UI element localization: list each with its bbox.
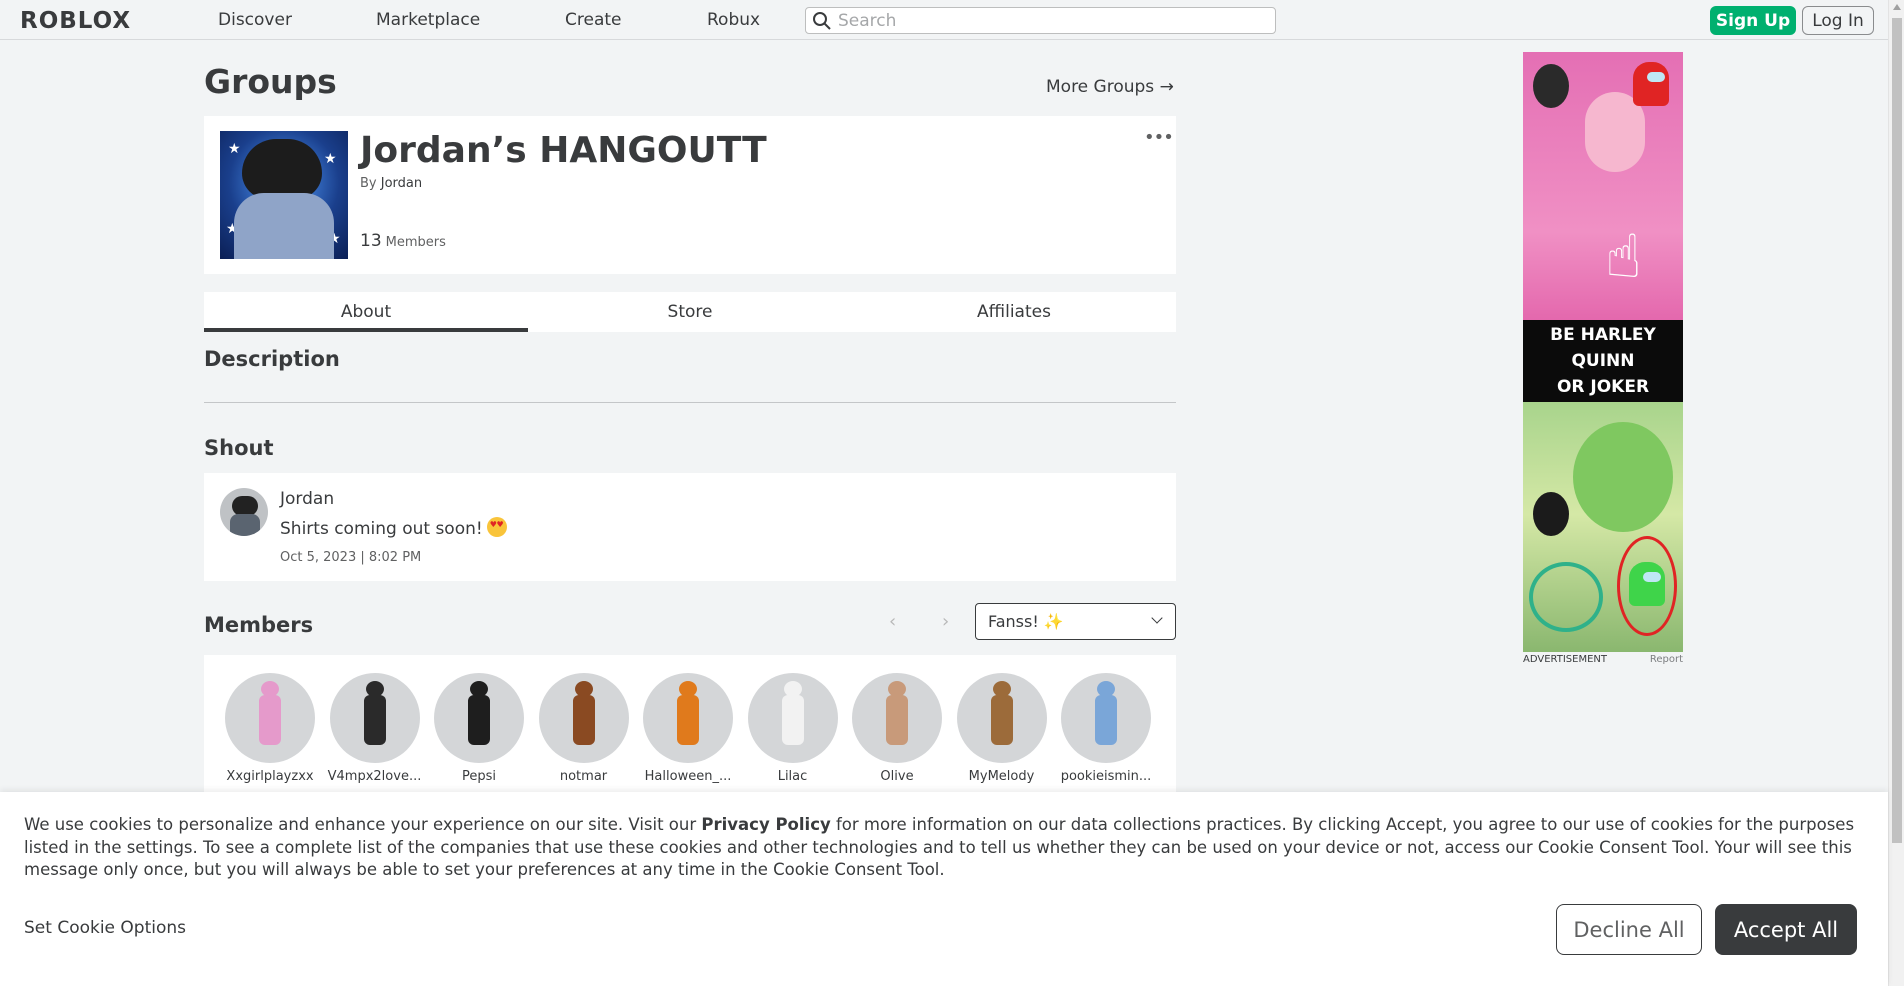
privacy-policy-link[interactable]: Privacy Policy <box>701 815 830 834</box>
shout-heading: Shout <box>204 436 274 460</box>
shout-text: Shirts coming out soon! <box>280 519 483 539</box>
ad-line-1: BE HARLEY <box>1550 325 1656 345</box>
scroll-up-arrow-icon[interactable] <box>1893 4 1901 10</box>
description-heading: Description <box>204 347 340 371</box>
group-tabs: About Store Affiliates <box>204 292 1176 332</box>
ad-line-3: OR JOKER <box>1556 377 1650 397</box>
member-tile[interactable]: Halloween_... <box>636 673 740 784</box>
member-avatar[interactable] <box>434 673 524 763</box>
by-label: By <box>360 176 377 191</box>
page-title: Groups <box>204 62 337 101</box>
member-name[interactable]: Xxgirlplayzxx <box>218 769 322 784</box>
group-owner-line: By Jordan <box>360 176 422 191</box>
tab-store[interactable]: Store <box>528 292 852 332</box>
chevron-down-icon <box>1151 612 1163 624</box>
shout-avatar[interactable] <box>220 488 268 536</box>
member-avatar[interactable] <box>225 673 315 763</box>
heart-eyes-emoji-icon <box>486 517 507 537</box>
login-button[interactable]: Log In <box>1802 6 1874 35</box>
tab-about[interactable]: About <box>204 292 528 332</box>
nav-marketplace[interactable]: Marketplace <box>376 10 480 30</box>
search-icon <box>813 11 831 30</box>
next-page-icon[interactable]: › <box>942 611 949 632</box>
member-avatar[interactable] <box>538 673 629 763</box>
search-input[interactable] <box>838 10 1258 31</box>
accept-all-button[interactable]: Accept All <box>1715 904 1857 955</box>
member-name[interactable]: Halloween_... <box>636 769 740 784</box>
group-header-card: ★ ★ ★ ★ Jordan’s HANGOUTT By Jordan 13 Me… <box>204 116 1176 274</box>
tab-affiliates[interactable]: Affiliates <box>852 292 1176 332</box>
group-member-count: 13 Members <box>360 231 446 251</box>
set-cookie-options-link[interactable]: Set Cookie Options <box>24 918 186 938</box>
member-tile[interactable]: Olive <box>845 673 949 784</box>
section-divider <box>204 402 1176 403</box>
member-tile[interactable]: Lilac <box>741 673 845 784</box>
ad-report-link[interactable]: Report <box>1650 654 1683 665</box>
advertisement-banner[interactable]: ☝ BE HARLEY QUINN OR JOKER <box>1523 52 1683 652</box>
member-tile[interactable]: Pepsi <box>427 673 531 784</box>
ad-headline: BE HARLEY QUINN OR JOKER <box>1523 320 1683 402</box>
signup-button[interactable]: Sign Up <box>1710 6 1796 35</box>
scrollbar-thumb[interactable] <box>1892 18 1902 843</box>
member-tile[interactable]: notmar <box>532 673 636 784</box>
member-name[interactable]: MyMelody <box>950 769 1054 784</box>
member-tile[interactable]: Xxgirlplayzxx <box>218 673 322 784</box>
roblox-logo[interactable]: ROBLOX <box>20 8 131 34</box>
role-select-dropdown[interactable]: Fanss! ✨ <box>975 603 1176 640</box>
shout-card: Jordan Shirts coming out soon! Oct 5, 20… <box>204 473 1176 581</box>
more-groups-link[interactable]: More Groups → <box>1046 77 1174 97</box>
cookie-message: We use cookies to personalize and enhanc… <box>24 814 1864 882</box>
nav-create[interactable]: Create <box>565 10 622 30</box>
member-avatar[interactable] <box>329 673 420 763</box>
member-tile[interactable]: pookieismin... <box>1054 673 1158 784</box>
ad-label: ADVERTISEMENT <box>1523 654 1608 665</box>
member-name[interactable]: Olive <box>845 769 949 784</box>
members-list: Xxgirlplayzxx V4mpx2love... Pepsi notmar Hal… <box>204 655 1176 795</box>
prev-page-icon[interactable]: ‹ <box>889 611 896 632</box>
shout-message: Shirts coming out soon! <box>280 517 507 539</box>
ad-line-2: QUINN <box>1571 351 1635 371</box>
member-avatar[interactable] <box>1061 673 1151 763</box>
member-count-value: 13 <box>360 231 382 251</box>
group-name: Jordan’s HANGOUTT <box>360 130 767 171</box>
member-avatar[interactable] <box>956 673 1047 763</box>
nav-discover[interactable]: Discover <box>218 10 292 30</box>
member-tile[interactable]: V4mpx2love... <box>323 673 427 784</box>
member-name[interactable]: pookieismin... <box>1054 769 1158 784</box>
member-name[interactable]: notmar <box>532 769 636 784</box>
member-avatar[interactable] <box>643 673 733 763</box>
cookie-consent-banner: We use cookies to personalize and enhanc… <box>0 792 1888 986</box>
decline-all-button[interactable]: Decline All <box>1556 904 1702 955</box>
member-name[interactable]: Pepsi <box>427 769 531 784</box>
page-scrollbar[interactable] <box>1888 0 1904 986</box>
group-owner-link[interactable]: Jordan <box>381 176 422 191</box>
shout-username[interactable]: Jordan <box>280 489 334 509</box>
member-count-label: Members <box>385 235 446 250</box>
member-avatar[interactable] <box>852 673 942 763</box>
member-tile[interactable]: MyMelody <box>950 673 1054 784</box>
nav-robux[interactable]: Robux <box>707 10 760 30</box>
member-avatar[interactable] <box>747 673 838 763</box>
group-emblem-image: ★ ★ ★ ★ <box>220 131 348 259</box>
shout-date: Oct 5, 2023 | 8:02 PM <box>280 550 422 565</box>
members-heading: Members <box>204 613 314 637</box>
search-box[interactable] <box>805 7 1276 34</box>
member-name[interactable]: Lilac <box>741 769 845 784</box>
member-name[interactable]: V4mpx2love... <box>323 769 427 784</box>
top-nav-bar: ROBLOX Discover Marketplace Create Robux… <box>0 0 1888 40</box>
role-select-value: Fanss! ✨ <box>988 612 1064 631</box>
more-options-icon[interactable]: ••• <box>1144 129 1174 147</box>
ad-caption: ADVERTISEMENT Report <box>1523 654 1683 665</box>
cookie-text-1: We use cookies to personalize and enhanc… <box>24 815 697 834</box>
